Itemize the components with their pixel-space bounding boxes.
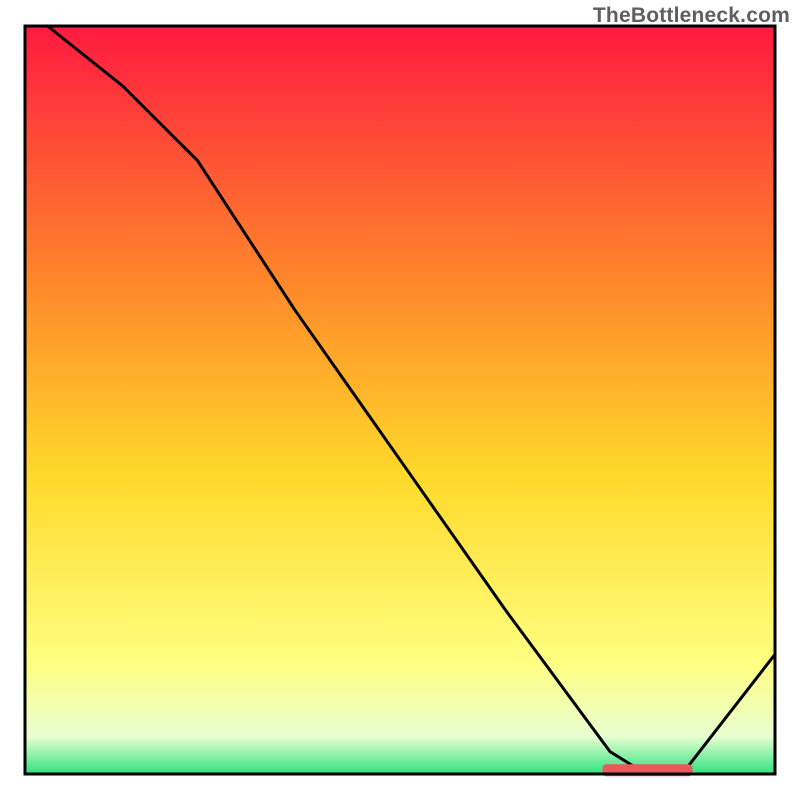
chart-container: TheBottleneck.com: [0, 0, 800, 800]
plot-background: [25, 26, 775, 774]
bottleneck-chart: [0, 0, 800, 800]
